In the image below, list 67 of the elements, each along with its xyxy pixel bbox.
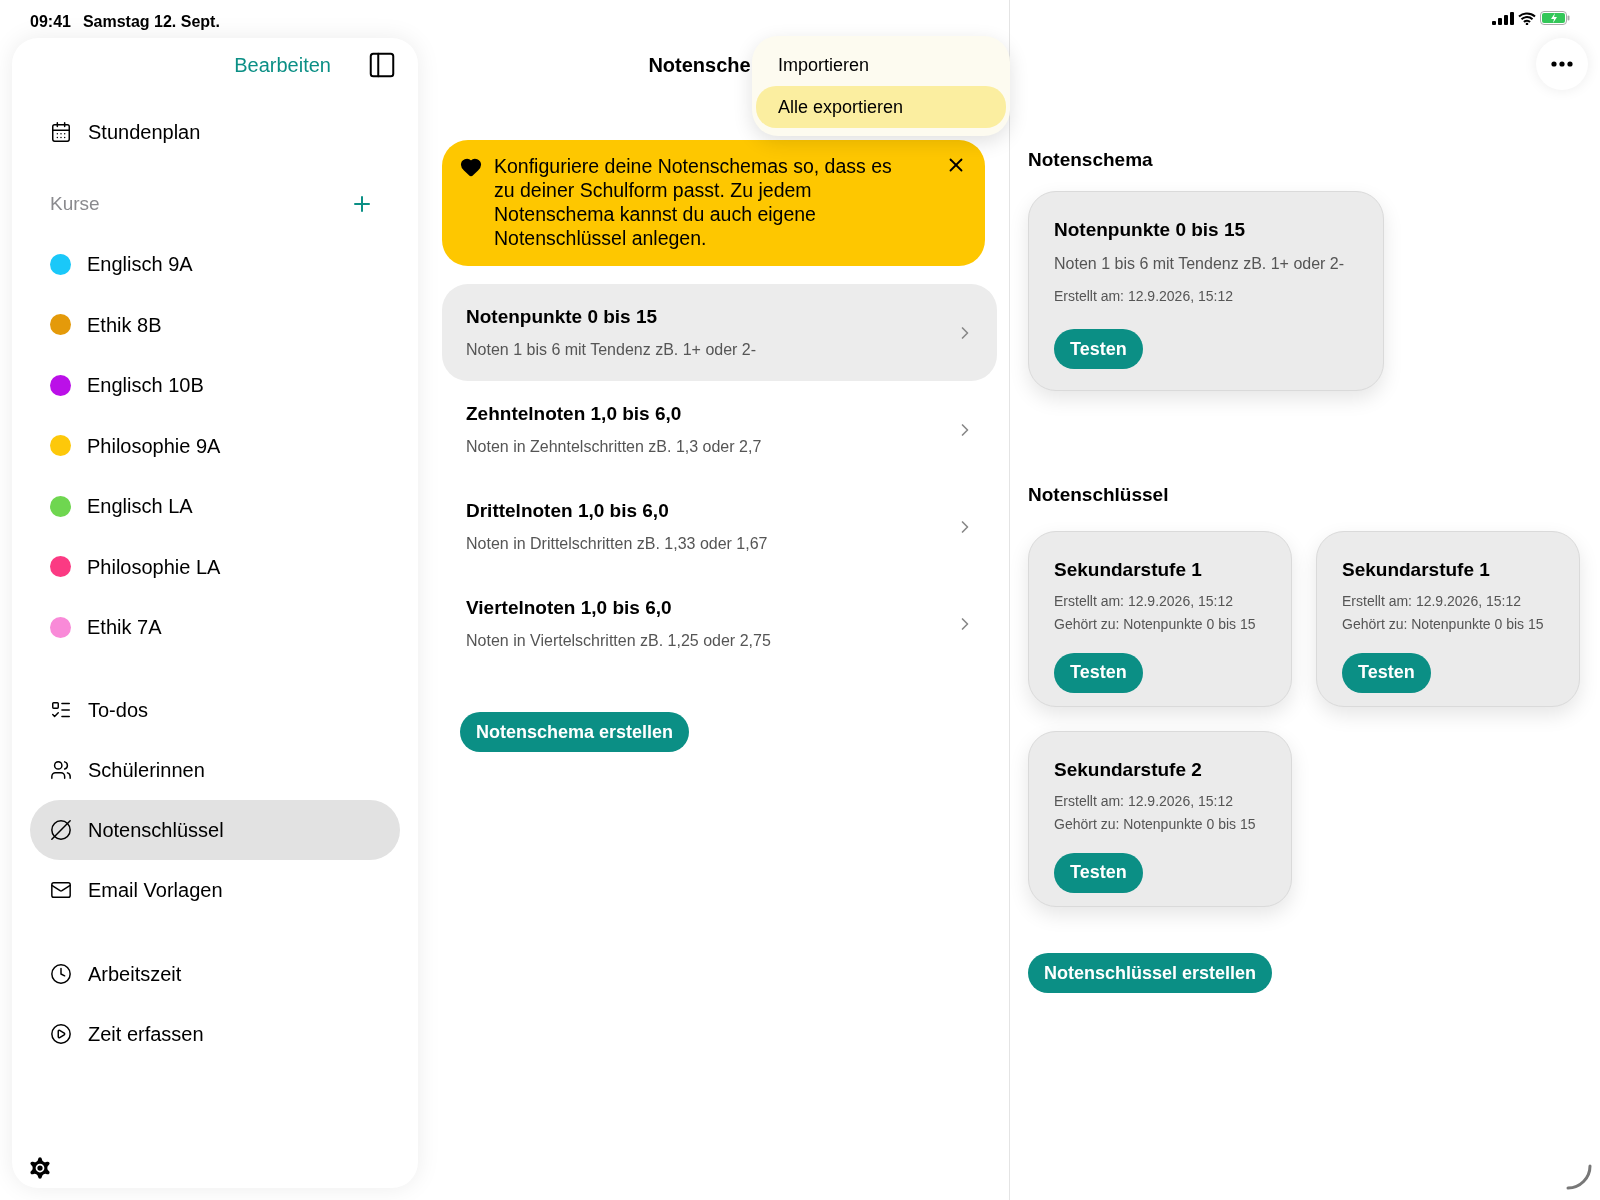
create-key-button[interactable]: Notenschlüssel erstellen bbox=[1028, 953, 1273, 993]
section-header: Kurse bbox=[50, 191, 100, 216]
more-icon bbox=[1551, 61, 1573, 67]
sidebar-item[interactable]: Stundenplan bbox=[30, 102, 400, 162]
card-date: Erstellt am: 12.9.2026, 15:12 bbox=[1342, 591, 1522, 611]
sidebar-item[interactable]: Email Vorlagen bbox=[30, 859, 400, 920]
card-date: Erstellt am: 12.9.2026, 15:12 bbox=[1054, 287, 1234, 306]
sidebar-item[interactable]: Notenschlüssel bbox=[30, 799, 400, 860]
sidebar-item[interactable]: To-dos bbox=[30, 679, 400, 740]
scheme-subtitle: Noten in Drittelschritten zB. 1,33 oder 1,67 bbox=[466, 533, 769, 554]
nav-icon bbox=[50, 1022, 72, 1045]
card-title: Sekundarstufe 1 bbox=[1054, 558, 1203, 582]
page-title: Notensche bbox=[648, 53, 751, 78]
nav-icon bbox=[50, 962, 72, 985]
nav-icon bbox=[50, 121, 72, 143]
menu-item[interactable]: Importieren bbox=[756, 44, 1006, 86]
course-item[interactable]: Englisch LA bbox=[30, 476, 400, 537]
card-owner: Gehört zu: Notenpunkte 0 bis 15 bbox=[1054, 814, 1257, 834]
card-date: Erstellt am: 12.9.2026, 15:12 bbox=[1054, 791, 1234, 811]
corner-arc-icon bbox=[1564, 1164, 1592, 1192]
sidebar-toggle-icon[interactable] bbox=[367, 50, 397, 80]
course-item[interactable]: Philosophie 9A bbox=[30, 415, 400, 476]
nav-icon bbox=[50, 818, 72, 841]
scheme-subtitle: Noten in Zehntelschritten zB. 1,3 oder 2,7 bbox=[466, 436, 763, 457]
scheme-title: Viertelnoten 1,0 bis 6,0 bbox=[466, 596, 673, 621]
scheme-row[interactable]: Viertelnoten 1,0 bis 6,0 Noten in Viertelschritten zB. 1,25 oder 2,75 bbox=[442, 575, 997, 672]
menu-item[interactable]: Alle exportieren bbox=[756, 86, 1006, 128]
scheme-subtitle: Noten 1 bis 6 mit Tendenz zB. 1+ oder 2- bbox=[466, 339, 758, 360]
test-button[interactable]: Testen bbox=[1054, 652, 1143, 693]
test-button[interactable]: Testen bbox=[1054, 852, 1143, 893]
scheme-row[interactable]: Drittelnoten 1,0 bis 6,0 Noten in Drittelschritten zB. 1,33 oder 1,67 bbox=[442, 478, 997, 575]
course-item[interactable]: Englisch 10B bbox=[30, 355, 400, 416]
test-button[interactable]: Testen bbox=[1342, 652, 1431, 693]
course-item[interactable]: Englisch 9A bbox=[30, 234, 400, 295]
sidebar-item[interactable]: Schülerinnen bbox=[30, 739, 400, 800]
sidebar-item[interactable]: Arbeitszeit bbox=[30, 943, 400, 1004]
scheme-title: Zehntelnoten 1,0 bis 6,0 bbox=[466, 402, 683, 427]
card-subtitle: Noten 1 bis 6 mit Tendenz zB. 1+ oder 2- bbox=[1054, 254, 1346, 274]
card-title: Notenpunkte 0 bis 15 bbox=[1054, 217, 1247, 242]
banner-text: Konfiguriere deine Notenschemas so, dass es zu deiner Schulform passt. Zu jedem Notenschema kannst du auch eigene Notenschlüssel anlegen. bbox=[494, 154, 893, 250]
heart-icon bbox=[460, 156, 482, 178]
scheme-row[interactable]: Zehntelnoten 1,0 bis 6,0 Noten in Zehntelschritten zB. 1,3 oder 2,7 bbox=[442, 381, 997, 478]
card-title: Sekundarstufe 1 bbox=[1342, 558, 1491, 582]
scheme-row[interactable]: Notenpunkte 0 bis 15 Noten 1 bis 6 mit Tendenz zB. 1+ oder 2- bbox=[442, 284, 997, 381]
scheme-subtitle: Noten in Viertelschritten zB. 1,25 oder 2,75 bbox=[466, 630, 772, 651]
course-item[interactable]: Philosophie LA bbox=[30, 536, 400, 597]
card-owner: Gehört zu: Notenpunkte 0 bis 15 bbox=[1342, 614, 1545, 634]
course-item[interactable]: Ethik 8B bbox=[30, 294, 400, 355]
course-item[interactable]: Ethik 7A bbox=[30, 597, 400, 658]
card-owner: Gehört zu: Notenpunkte 0 bis 15 bbox=[1054, 614, 1257, 634]
signal-icon bbox=[1492, 11, 1514, 25]
sidebar-item[interactable]: Zeit erfassen bbox=[30, 1003, 400, 1064]
scheme-title: Notenpunkte 0 bis 15 bbox=[466, 305, 659, 330]
status-date: Samstag 12. Sept. bbox=[82, 12, 220, 32]
wifi-icon bbox=[1518, 11, 1536, 25]
more-button[interactable] bbox=[1536, 38, 1588, 90]
edit-button[interactable]: Bearbeiten bbox=[234, 50, 331, 80]
card-date: Erstellt am: 12.9.2026, 15:12 bbox=[1054, 591, 1234, 611]
card-title: Sekundarstufe 2 bbox=[1054, 758, 1203, 782]
battery-icon bbox=[1540, 11, 1570, 25]
test-button[interactable]: Testen bbox=[1054, 329, 1143, 369]
create-scheme-button[interactable]: Notenschema erstellen bbox=[460, 712, 690, 752]
status-time: 09:41 bbox=[30, 12, 71, 32]
section-heading: Notenschlüssel bbox=[1028, 482, 1170, 507]
nav-icon bbox=[50, 758, 72, 781]
scheme-title: Drittelnoten 1,0 bis 6,0 bbox=[466, 499, 670, 524]
section-heading: Notenschema bbox=[1028, 148, 1154, 172]
